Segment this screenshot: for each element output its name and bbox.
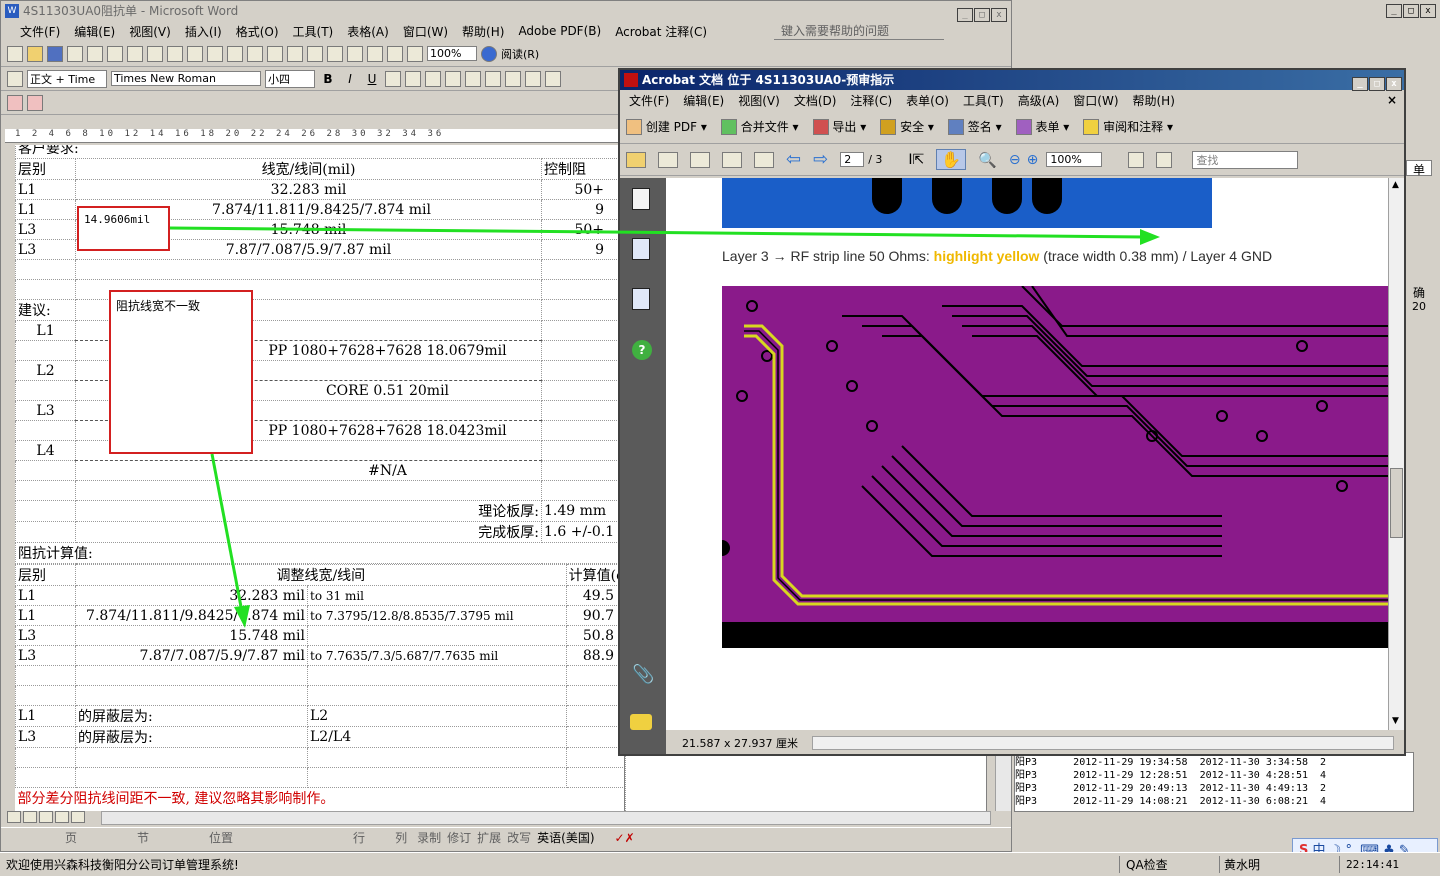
clock: 22:14:41 [1346,858,1399,871]
welcome-text: 欢迎使用兴森科技衡阳分公司订单管理系统! [0,856,1120,873]
system-statusbar: 欢迎使用兴森科技衡阳分公司订单管理系统! QA检查 黄水明 22:14:41 [0,852,1440,876]
qa-check-status: QA检查 [1120,856,1220,873]
annotation-arrows [169,226,1160,628]
user-name: 黄水明 [1220,856,1340,873]
